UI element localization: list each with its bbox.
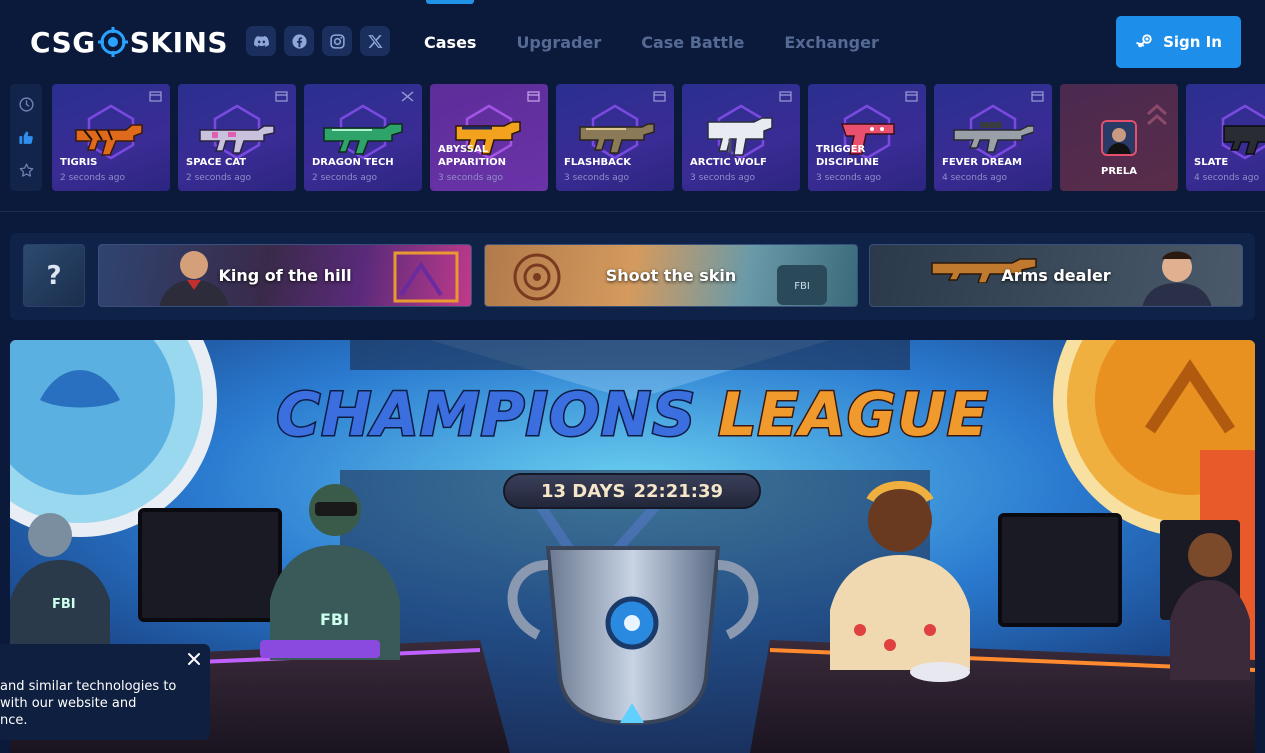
drop-filters xyxy=(10,84,42,191)
case-icon xyxy=(275,91,288,102)
event-king-of-the-hill[interactable]: King of the hill xyxy=(98,244,472,307)
drop-item-time: 3 seconds ago xyxy=(438,173,503,183)
svg-text:FBI: FBI xyxy=(794,281,810,292)
logo-text-part1: CSG xyxy=(30,25,96,59)
drop-item-name: ABYSSAL APPARITION xyxy=(438,144,507,168)
instagram-icon[interactable] xyxy=(322,26,352,56)
character-illustration: FBI xyxy=(777,265,827,305)
drop-item-name: FEVER DREAM xyxy=(942,157,1022,168)
countdown-timer: 13 DAYS 22:21:39 xyxy=(503,473,761,509)
event-title: Arms dealer xyxy=(1001,266,1111,285)
drop-item-player[interactable]: PRELA xyxy=(1060,84,1178,191)
crosshair-logo-icon xyxy=(97,27,128,57)
live-drops-bar: TIGRIS 2 seconds ago SPACE CAT 2 seconds… xyxy=(0,84,1265,212)
timer-days: 13 DAYS xyxy=(540,480,626,502)
event-title: Shoot the skin xyxy=(605,266,737,285)
main-nav: Cases Upgrader Case Battle Exchanger xyxy=(424,0,879,84)
svg-text:FBI: FBI xyxy=(320,610,349,629)
drop-item[interactable]: FLASHBACK 3 seconds ago xyxy=(556,84,674,191)
facebook-icon[interactable] xyxy=(284,26,314,56)
case-icon xyxy=(779,91,792,102)
drop-item[interactable]: FEVER DREAM 4 seconds ago xyxy=(934,84,1052,191)
drop-item[interactable]: SLATE 4 seconds ago xyxy=(1186,84,1265,191)
drop-item-name: DRAGON TECH xyxy=(312,157,394,168)
event-arms-dealer[interactable]: Arms dealer xyxy=(869,244,1243,307)
drop-list: TIGRIS 2 seconds ago SPACE CAT 2 seconds… xyxy=(52,84,1265,191)
drop-item-name: SLATE xyxy=(1194,157,1229,168)
drop-item-name: TRIGGER DISCIPLINE xyxy=(816,144,879,168)
drop-item-time: 2 seconds ago xyxy=(186,173,251,183)
case-icon xyxy=(905,91,918,102)
cookie-text-line: and similar technologies to xyxy=(0,679,177,694)
case-icon xyxy=(149,91,162,102)
drop-item-time: 3 seconds ago xyxy=(564,173,629,183)
decoration-illustration xyxy=(393,251,459,303)
sign-in-button[interactable]: Sign In xyxy=(1116,16,1241,68)
cookie-text-line: nce. xyxy=(0,713,28,728)
discord-icon[interactable] xyxy=(246,26,276,56)
character-illustration xyxy=(1142,251,1212,306)
event-shoot-the-skin[interactable]: FBI Shoot the skin xyxy=(484,244,858,307)
timer-clock: 22:21:39 xyxy=(633,480,723,502)
cookie-text-line: with our website and xyxy=(0,696,137,711)
nav-case-battle[interactable]: Case Battle xyxy=(641,0,744,84)
event-title: King of the hill xyxy=(218,266,352,285)
steam-icon xyxy=(1136,34,1152,48)
cookie-notice: and similar technologies to with our web… xyxy=(0,644,210,740)
drop-item-time: 3 seconds ago xyxy=(816,173,881,183)
drop-item[interactable]: ARCTIC WOLF 3 seconds ago xyxy=(682,84,800,191)
close-icon[interactable] xyxy=(187,652,201,666)
drop-item-name: TIGRIS xyxy=(60,157,98,168)
logo[interactable]: CSG SKINS xyxy=(30,25,229,59)
rank-chevron-icon xyxy=(1147,103,1167,126)
drop-item-time: 2 seconds ago xyxy=(312,173,377,183)
target-illustration xyxy=(513,253,561,301)
sign-in-label: Sign In xyxy=(1163,33,1222,51)
star-icon[interactable] xyxy=(18,162,35,179)
avatar xyxy=(1101,120,1137,156)
hero-title-part2: LEAGUE xyxy=(717,379,990,452)
drop-item-time: 2 seconds ago xyxy=(60,173,125,183)
svg-text:FBI: FBI xyxy=(52,597,76,612)
drop-item-name: SPACE CAT xyxy=(186,157,247,168)
case-icon xyxy=(1031,91,1044,102)
drop-item-name: ARCTIC WOLF xyxy=(690,157,767,168)
drop-item-name: FLASHBACK xyxy=(564,157,631,168)
drop-item-time: 4 seconds ago xyxy=(942,173,1007,183)
social-links xyxy=(246,26,390,56)
drop-item[interactable]: ABYSSAL APPARITION 3 seconds ago xyxy=(430,84,548,191)
site-header: CSG SKINS Cases Upgrader Case Battle Exc… xyxy=(0,0,1265,84)
nav-upgrader[interactable]: Upgrader xyxy=(516,0,601,84)
drop-item[interactable]: TIGRIS 2 seconds ago xyxy=(52,84,170,191)
nav-exchanger[interactable]: Exchanger xyxy=(784,0,879,84)
drop-item-time: 3 seconds ago xyxy=(690,173,755,183)
drop-item-time: 4 seconds ago xyxy=(1194,173,1259,183)
thumbs-up-icon[interactable] xyxy=(18,129,35,146)
hero-title-part1: CHAMPIONS xyxy=(275,379,697,452)
events-row: ? King of the hill FBI Shoot the skin Ar… xyxy=(10,233,1255,320)
cookie-text: and similar technologies to with our web… xyxy=(0,678,200,729)
drop-item[interactable]: DRAGON TECH 2 seconds ago xyxy=(304,84,422,191)
drop-item[interactable]: SPACE CAT 2 seconds ago xyxy=(178,84,296,191)
mystery-event-button[interactable]: ? xyxy=(23,244,85,307)
drop-item[interactable]: TRIGGER DISCIPLINE 3 seconds ago xyxy=(808,84,926,191)
case-icon xyxy=(653,91,666,102)
hero-title: CHAMPIONS LEAGUE xyxy=(10,379,1255,452)
logo-text-part2: SKINS xyxy=(129,25,229,59)
x-icon[interactable] xyxy=(360,26,390,56)
clock-icon[interactable] xyxy=(18,96,35,113)
player-name: PRELA xyxy=(1101,166,1137,177)
case-icon xyxy=(527,91,540,102)
crossed-swords-icon xyxy=(401,91,414,102)
nav-cases[interactable]: Cases xyxy=(424,0,476,84)
